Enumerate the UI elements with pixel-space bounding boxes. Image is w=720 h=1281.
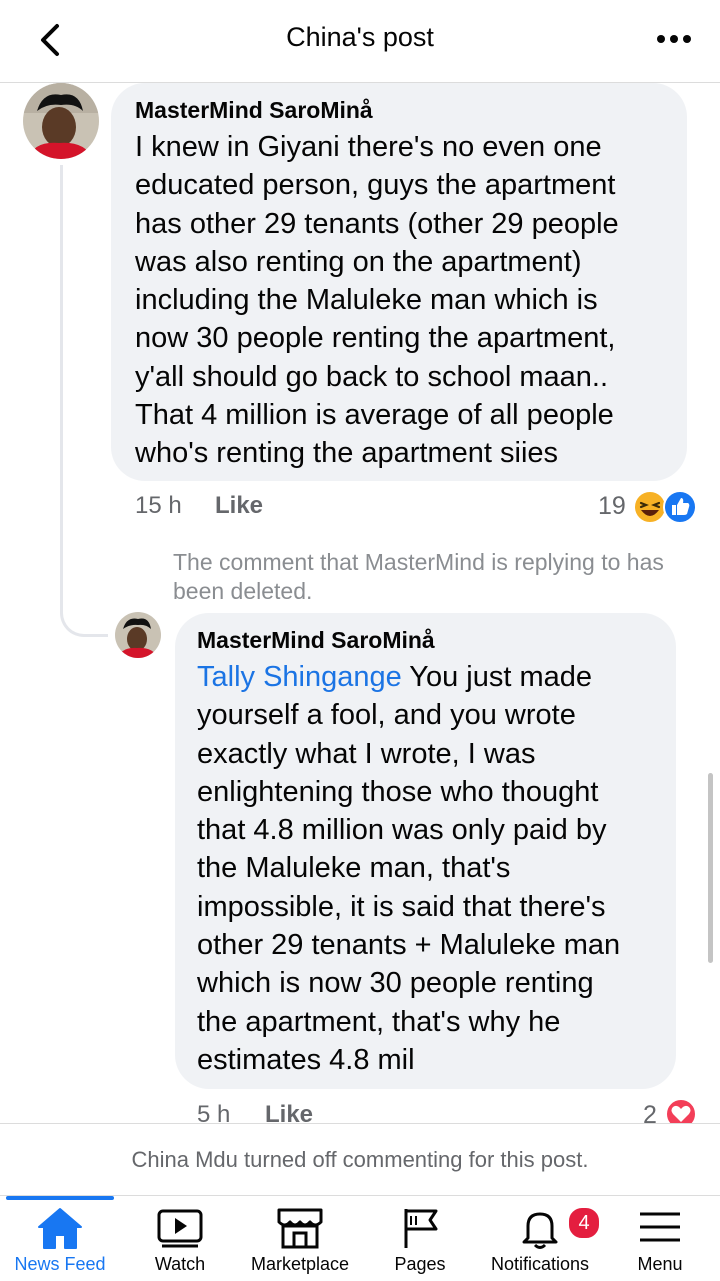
comment-line: now 30 people renting the apartment,: [135, 322, 616, 355]
comment-time: 5 h: [197, 1101, 231, 1123]
scrollbar[interactable]: [708, 773, 713, 963]
comment-line: including the Maluleke man which is: [135, 284, 598, 317]
comment-line: Tally Shingange You just made: [197, 658, 654, 696]
avatar-photo: [23, 83, 99, 159]
tab-label: Marketplace: [250, 1254, 350, 1274]
like-button[interactable]: Like: [265, 1101, 313, 1123]
tab-label: Watch: [154, 1254, 206, 1274]
flag-icon: [404, 1209, 438, 1248]
tab-watch[interactable]: Watch: [120, 1196, 240, 1281]
tab-news-feed[interactable]: News Feed: [0, 1196, 120, 1281]
like-icon: [663, 490, 697, 524]
bottom-tab-bar: News Feed Watch Marketplace Pages 4 Noti…: [0, 1195, 720, 1281]
page-title: China's post: [286, 22, 434, 52]
comment-time: 15 h: [135, 492, 182, 519]
comment-line: was also renting on the apartment): [135, 245, 582, 278]
avatar-photo: [115, 612, 161, 658]
comment-line-text: You just made: [401, 661, 593, 693]
notification-badge: 4: [567, 1206, 601, 1240]
comment-line: yourself a fool, and you wrote: [197, 699, 576, 732]
more-icon: [657, 35, 691, 43]
commenting-disabled-notice: China Mdu turned off commenting for this…: [0, 1123, 720, 1196]
comment-line: estimates 4.8 mil: [197, 1043, 415, 1076]
comment-line: has other 29 tenants (other 29 people: [135, 207, 619, 240]
marketplace-icon: [277, 1208, 323, 1249]
top-bar: China's post: [0, 0, 720, 83]
tab-label: Pages: [394, 1254, 446, 1274]
comment-line: which is now 30 people renting: [197, 967, 594, 1000]
menu-icon: [640, 1212, 680, 1242]
comments-list[interactable]: MasterMind SaroMinå I knew in Giyani the…: [0, 83, 720, 1123]
reply-thread-line: [60, 165, 108, 637]
reaction-count[interactable]: 19: [598, 492, 626, 521]
comment-line: who's renting the apartment siies: [135, 437, 559, 470]
love-icon: [665, 1098, 697, 1123]
comment-line: impossible, it is said that there's: [197, 890, 606, 923]
deleted-reply-notice: The comment that MasterMind is replying …: [173, 549, 664, 604]
bell-icon: [522, 1212, 558, 1249]
more-options-button[interactable]: [654, 24, 694, 54]
comment-text: I knew in Giyani there's no even one edu…: [135, 128, 663, 473]
comment-line: the apartment, that's why he: [197, 1005, 561, 1038]
comment-line: enlightening those who thought: [197, 775, 599, 808]
tab-label: News Feed: [14, 1254, 106, 1274]
tab-notifications[interactable]: 4 Notifications: [480, 1196, 601, 1281]
tab-menu[interactable]: Menu: [600, 1196, 720, 1281]
comment-bubble[interactable]: MasterMind SaroMinå I knew in Giyani the…: [111, 83, 687, 481]
avatar[interactable]: [23, 83, 99, 159]
home-icon: [38, 1208, 82, 1249]
mention-link[interactable]: Tally Shingange: [197, 661, 402, 693]
avatar[interactable]: [115, 612, 161, 658]
comment-line: y'all should go back to school maan..: [135, 360, 609, 393]
comment-line: That 4 million is average of all people: [135, 399, 614, 432]
comment-bubble[interactable]: MasterMind SaroMinå Tally Shingange You …: [175, 613, 676, 1089]
tab-label: Menu: [637, 1254, 683, 1274]
comment-line: other 29 tenants + Maluleke man: [197, 929, 621, 962]
comment-text: Tally Shingange You just made yourself a…: [197, 658, 654, 1079]
tab-pages[interactable]: Pages: [360, 1196, 480, 1281]
tab-label: Notifications: [490, 1254, 590, 1274]
comment-line: I knew in Giyani there's no even one: [135, 131, 602, 163]
comment-line: that 4.8 million was only paid by: [197, 814, 607, 847]
watch-icon: [157, 1209, 203, 1248]
like-button[interactable]: Like: [215, 492, 263, 520]
reaction-count[interactable]: 2: [643, 1101, 657, 1123]
tab-marketplace[interactable]: Marketplace: [240, 1196, 360, 1281]
comment-author[interactable]: MasterMind SaroMinå: [197, 627, 654, 654]
comment-author[interactable]: MasterMind SaroMinå: [135, 97, 663, 124]
comment-line: exactly what I wrote, I was: [197, 737, 536, 770]
comment-line: the Maluleke man, that's: [197, 852, 511, 885]
comment-line: educated person, guys the apartment: [135, 169, 616, 202]
